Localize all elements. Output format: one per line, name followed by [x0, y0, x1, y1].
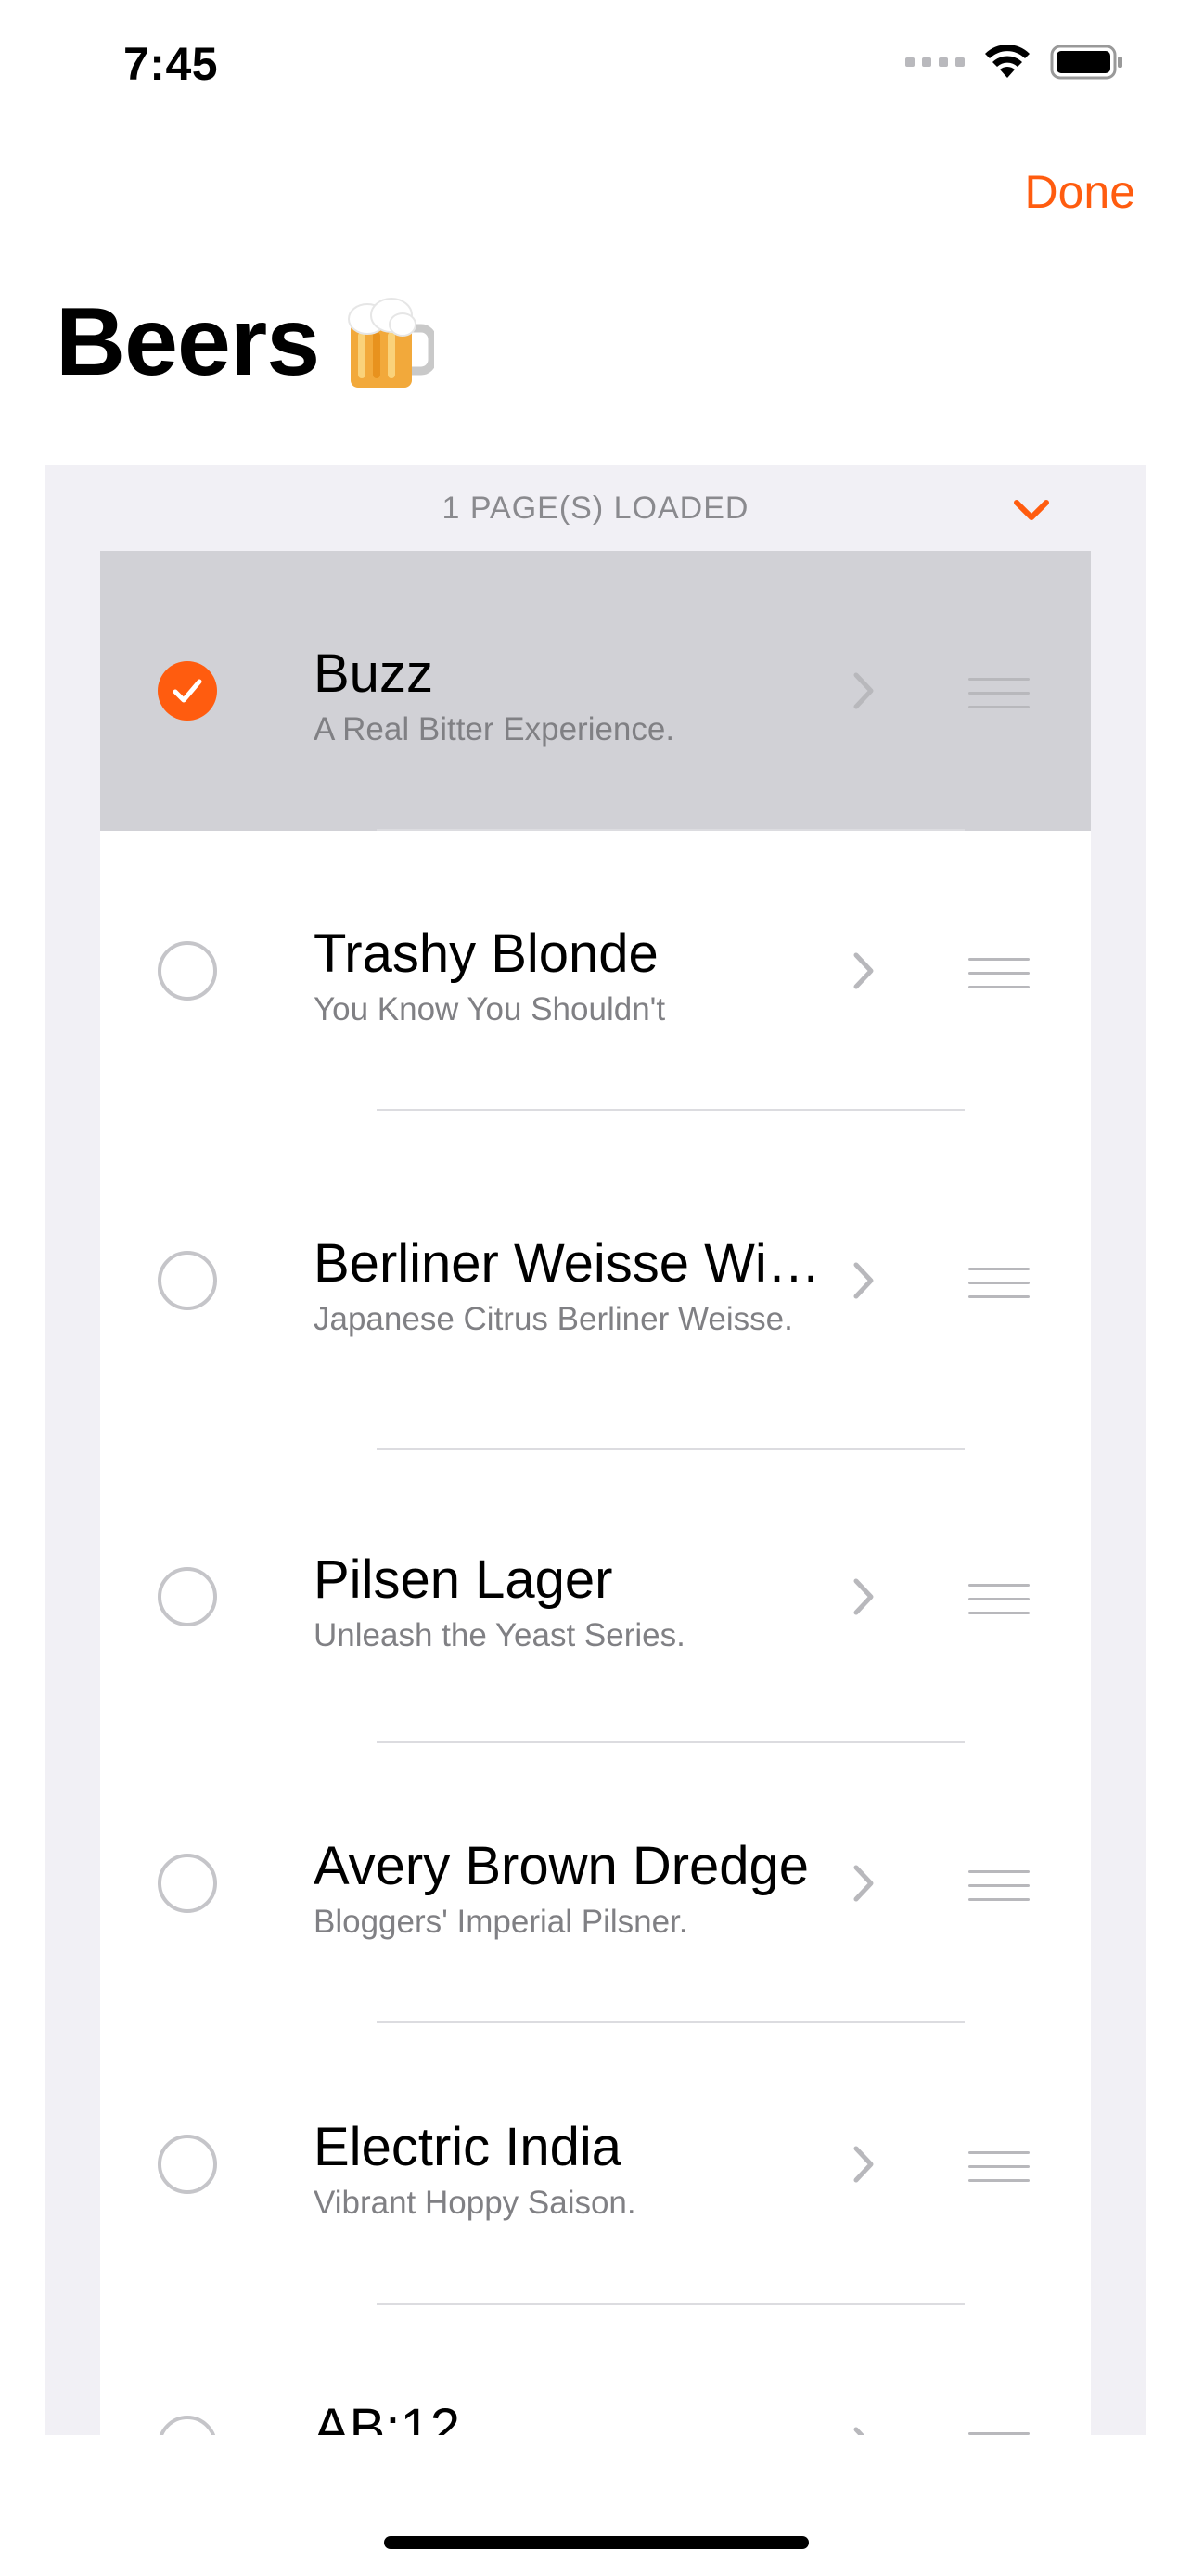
beer-row[interactable]: Berliner Weisse With Yuzu - B-Sides Japa… [100, 1111, 1091, 1450]
battery-icon [1050, 45, 1124, 80]
chevron-right-icon [852, 2425, 877, 2435]
reorder-handle-icon[interactable] [968, 2432, 1030, 2435]
chevron-down-icon[interactable] [1009, 491, 1054, 529]
beer-name: Buzz [314, 644, 433, 704]
chevron-right-icon [852, 2144, 877, 2185]
beer-tagline: Bloggers' Imperial Pilsner. [314, 1904, 688, 1940]
beer-mug-icon [345, 295, 435, 391]
beer-name: Pilsen Lager [314, 1549, 613, 1610]
beer-row[interactable]: AB:12 [100, 2305, 1091, 2435]
wifi-icon [983, 45, 1031, 80]
beer-list-section: 1 PAGE(S) LOADED Buzz A Real Bitter Expe… [45, 465, 1146, 2435]
selection-radio[interactable] [158, 2135, 217, 2194]
status-time: 7:45 [123, 38, 219, 90]
section-header-label: 1 PAGE(S) LOADED [442, 490, 749, 526]
beer-row[interactable]: Pilsen Lager Unleash the Yeast Series. [100, 1450, 1091, 1743]
done-button[interactable]: Done [1024, 165, 1135, 219]
selection-radio[interactable] [158, 1854, 217, 1913]
chevron-right-icon [852, 1260, 877, 1301]
chevron-right-icon [852, 950, 877, 991]
beer-tagline: A Real Bitter Experience. [314, 711, 675, 747]
beer-name: Trashy Blonde [314, 924, 659, 984]
selection-radio[interactable] [158, 1567, 217, 1626]
selection-radio[interactable] [158, 941, 217, 1001]
reorder-handle-icon[interactable] [968, 1870, 1030, 1904]
section-header: 1 PAGE(S) LOADED [45, 465, 1146, 551]
beer-row[interactable]: Electric India Vibrant Hoppy Saison. [100, 2023, 1091, 2305]
reorder-handle-icon[interactable] [968, 1584, 1030, 1617]
beer-tagline: Vibrant Hoppy Saison. [314, 2185, 636, 2221]
selection-radio[interactable] [158, 2416, 217, 2435]
cellular-signal-icon [905, 57, 965, 67]
page-title: Beers [56, 288, 320, 396]
status-indicators [905, 45, 1124, 80]
chevron-right-icon [852, 1863, 877, 1904]
beer-name: Berliner Weisse With Yuzu - B-Sides [314, 1233, 833, 1294]
reorder-handle-icon[interactable] [968, 2151, 1030, 2185]
beer-name: Electric India [314, 2117, 622, 2177]
beer-list[interactable]: Buzz A Real Bitter Experience. Trashy Bl… [100, 551, 1091, 2435]
beer-tagline: Unleash the Yeast Series. [314, 1617, 685, 1653]
reorder-handle-icon[interactable] [968, 958, 1030, 991]
selected-checkmark-icon[interactable] [158, 661, 217, 721]
page-title-container: Beers [56, 287, 435, 398]
selection-radio[interactable] [158, 1251, 217, 1310]
beer-tagline: Japanese Citrus Berliner Weisse. [314, 1301, 793, 1337]
reorder-handle-icon[interactable] [968, 1268, 1030, 1301]
reorder-handle-icon[interactable] [968, 678, 1030, 711]
beer-name: AB:12 [314, 2398, 460, 2435]
beer-row[interactable]: Buzz A Real Bitter Experience. [100, 551, 1091, 831]
beer-row[interactable]: Avery Brown Dredge Bloggers' Imperial Pi… [100, 1743, 1091, 2023]
chevron-right-icon [852, 670, 877, 711]
beer-name: Avery Brown Dredge [314, 1836, 810, 1896]
beer-tagline: You Know You Shouldn't [314, 991, 666, 1027]
home-indicator[interactable] [384, 2536, 809, 2549]
chevron-right-icon [852, 1576, 877, 1617]
screen: 7:45 Done Beers 1 PAGE(S) LOADED Buzz A … [0, 0, 1191, 2576]
beer-row[interactable]: Trashy Blonde You Know You Shouldn't [100, 831, 1091, 1111]
